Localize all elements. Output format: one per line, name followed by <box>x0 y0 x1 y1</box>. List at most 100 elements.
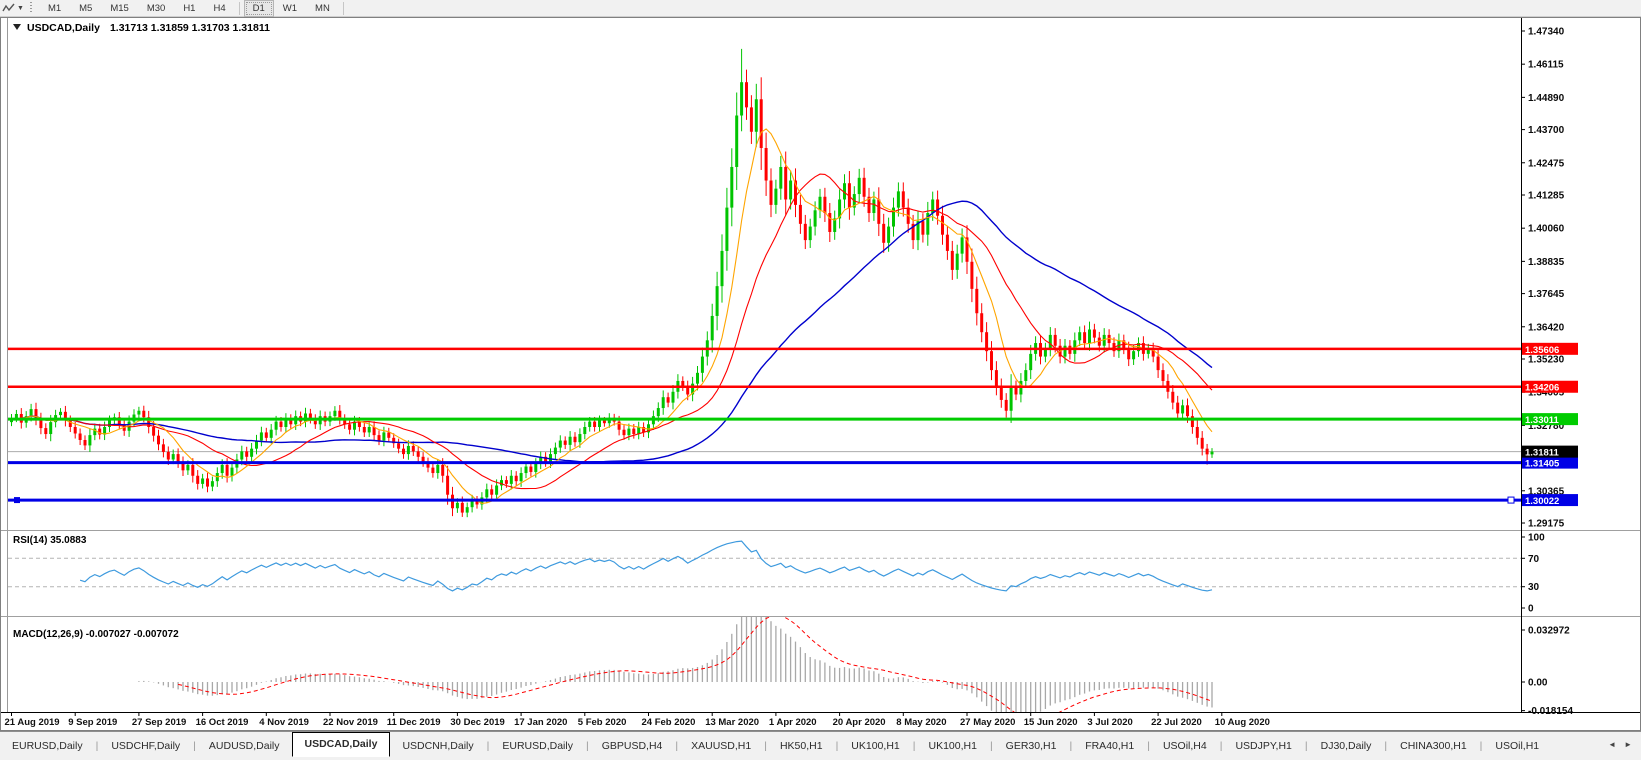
price-tag-label: 1.34206 <box>1525 383 1559 394</box>
chart-tab-hk50-h1[interactable]: HK50,H1 <box>768 736 835 757</box>
chart-tab-usoil-h1[interactable]: USOil,H1 <box>1483 736 1551 757</box>
candle-body <box>279 421 283 427</box>
timeframe-button-w1[interactable]: W1 <box>274 0 306 17</box>
candle-body <box>568 436 572 445</box>
price-axis-label: 1.44890 <box>1528 93 1565 104</box>
price-axis[interactable]: 1.47340 1.46115 1.44890 1.43700 1.42475 1.412… <box>1521 18 1640 717</box>
chart-tab-gbpusd-h4[interactable]: GBPUSD,H4 <box>590 736 675 757</box>
candle-body <box>333 410 337 417</box>
candle-body <box>230 467 234 476</box>
candle-body <box>622 429 626 436</box>
timeframe-button-h1[interactable]: H1 <box>174 0 204 17</box>
candle-body <box>749 107 753 132</box>
candle-body <box>191 464 195 476</box>
chart-tab-eurusd-daily[interactable]: EURUSD,Daily <box>490 736 585 757</box>
candle-body <box>950 250 954 270</box>
candle-body <box>416 451 420 457</box>
chart-tab-usdjpy-h1[interactable]: USDJPY,H1 <box>1223 736 1303 757</box>
candle-body <box>372 426 376 436</box>
candle-body <box>171 454 175 460</box>
chart-tab-audusd-daily[interactable]: AUDUSD,Daily <box>197 736 292 757</box>
candle-body <box>882 223 886 243</box>
chart-tab-usdcad-daily[interactable]: USDCAD,Daily <box>291 732 391 757</box>
candle-body <box>671 391 675 403</box>
candle-body <box>960 237 964 254</box>
price-tag-label: 1.33011 <box>1525 415 1560 426</box>
chart-tab-dj30-daily[interactable]: DJ30,Daily <box>1309 736 1384 757</box>
chart-tab-ger30-h1[interactable]: GER30,H1 <box>994 736 1069 757</box>
candle-body <box>220 464 224 474</box>
candle-body <box>901 191 905 208</box>
timeframe-button-m5[interactable]: M5 <box>70 0 101 17</box>
candle-body <box>524 466 528 474</box>
candle-body <box>563 440 567 445</box>
candle-body <box>588 421 592 427</box>
candle-body <box>465 507 469 513</box>
candle-body <box>1063 345 1067 357</box>
candle-body <box>602 420 606 424</box>
candle-body <box>593 421 597 427</box>
timeframe-buttons: M1 M5 M15 M30 H1 H4 D1 W1 MN <box>39 0 348 17</box>
price-axis-label: 1.36420 <box>1528 322 1565 333</box>
chart-tab-uk100-h1[interactable]: UK100,H1 <box>839 736 911 757</box>
date-label: 21 Aug 2019 <box>5 717 60 728</box>
timeframe-button-m1[interactable]: M1 <box>39 0 70 17</box>
candle-body <box>161 444 165 452</box>
line-handle[interactable] <box>1507 496 1515 504</box>
timeframe-button-mn[interactable]: MN <box>306 0 339 17</box>
chart-tab-uk100-h1[interactable]: UK100,H1 <box>916 736 988 757</box>
candle-body <box>578 434 582 443</box>
macd-axis-label: -0.018154 <box>1528 706 1573 717</box>
tab-scroll-right-icon[interactable]: ► <box>1624 740 1632 749</box>
date-label: 30 Dec 2019 <box>450 717 504 728</box>
candle-body <box>240 451 244 460</box>
candle-body <box>1048 334 1052 349</box>
tab-scroll-left-icon[interactable]: ◄ <box>1608 740 1616 749</box>
chart-tab-eurusd-daily[interactable]: EURUSD,Daily <box>0 736 95 757</box>
candle-body <box>78 433 82 440</box>
candle-body <box>553 447 557 455</box>
chart-tab-china300-h1[interactable]: CHINA300,H1 <box>1388 736 1479 757</box>
candle-body <box>274 421 278 430</box>
price-tag-label: 1.35606 <box>1525 345 1559 356</box>
candle-body <box>696 372 699 384</box>
candle-body <box>774 188 778 205</box>
price-tag-label: 1.30022 <box>1525 496 1559 507</box>
chevron-down-icon[interactable]: ▼ <box>17 5 27 12</box>
candle-body <box>250 448 254 457</box>
date-label: 15 Jun 2020 <box>1024 717 1078 728</box>
candle-body <box>529 466 533 472</box>
chart-tab-usdcnh-daily[interactable]: USDCNH,Daily <box>390 736 485 757</box>
chart-tab-usdchf-daily[interactable]: USDCHF,Daily <box>99 736 192 757</box>
chart-tab-usoil-h4[interactable]: USOil,H4 <box>1151 736 1219 757</box>
timeframe-button-d1[interactable]: D1 <box>243 0 274 17</box>
chart-tabs: EURUSD,Daily | USDCHF,Daily | AUDUSD,Daily US… <box>0 732 1551 757</box>
price-chart-canvas[interactable]: 1.47340 1.46115 1.44890 1.43700 1.42475 1.412… <box>0 17 1641 731</box>
candle-body <box>862 177 866 197</box>
candle-body <box>931 199 935 214</box>
toolbar-grip[interactable] <box>29 2 34 14</box>
candle-body <box>1176 402 1180 414</box>
candle-body <box>730 166 734 208</box>
candle-body <box>666 397 670 403</box>
candle-body <box>896 191 900 208</box>
chart-tab-xauusd-h1[interactable]: XAUUSD,H1 <box>679 736 763 757</box>
price-axis-label: 1.35230 <box>1528 355 1565 366</box>
date-label: 22 Nov 2019 <box>323 717 378 728</box>
price-axis-label: 1.42475 <box>1528 158 1565 169</box>
date-label: 9 Sep 2019 <box>68 717 117 728</box>
price-axis-label: 1.38835 <box>1528 257 1565 268</box>
candle-body <box>411 445 415 452</box>
candle-body <box>955 253 959 270</box>
timeframe-button-h4[interactable]: H4 <box>204 0 234 17</box>
zigzag-icon <box>2 3 15 11</box>
chart-tab-fra40-h1[interactable]: FRA40,H1 <box>1073 736 1146 757</box>
date-label: 27 Sep 2019 <box>132 717 186 728</box>
candle-body <box>377 435 381 441</box>
timeframe-button-m30[interactable]: M30 <box>138 0 174 17</box>
candle-body <box>573 436 577 443</box>
timeframe-button-m15[interactable]: M15 <box>101 0 137 17</box>
candle-body <box>936 199 940 216</box>
line-handle[interactable] <box>14 497 20 504</box>
chart-tool-icon[interactable] <box>0 1 17 16</box>
